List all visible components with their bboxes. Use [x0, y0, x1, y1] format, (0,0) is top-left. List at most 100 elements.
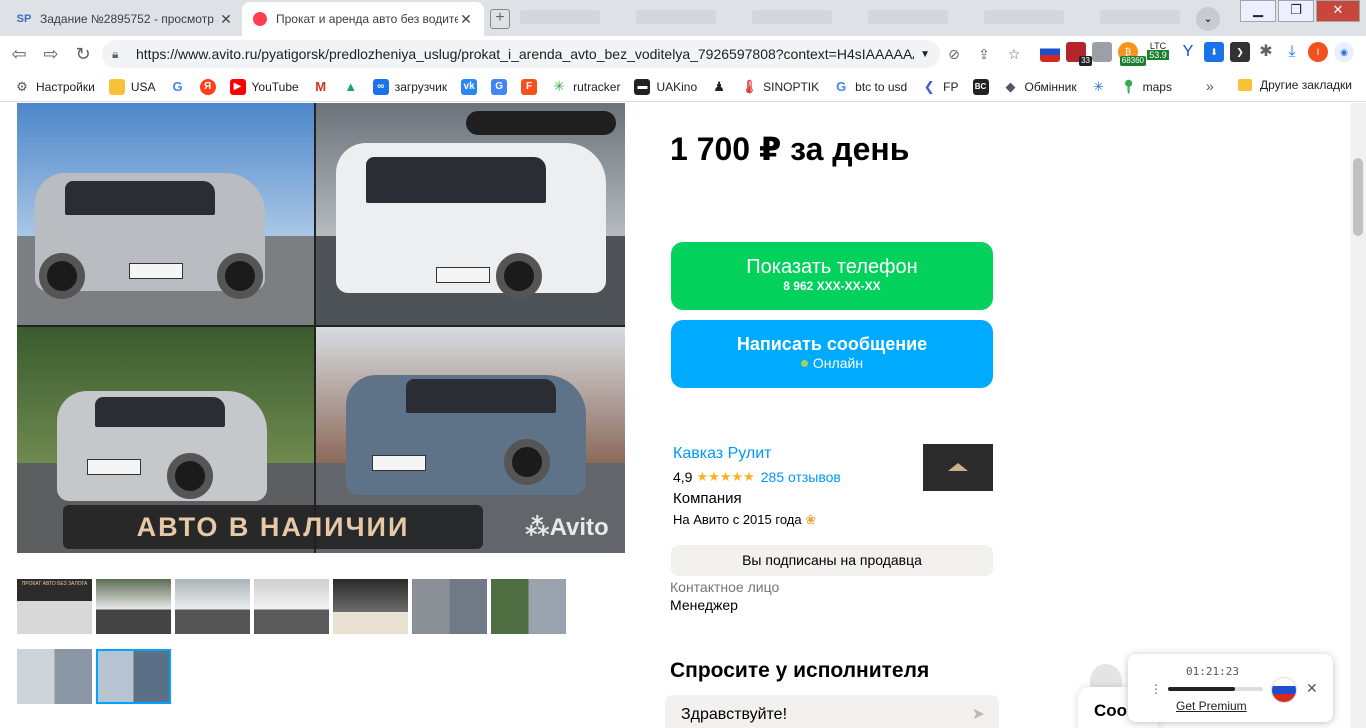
bookmark-usa[interactable]: USA: [108, 78, 156, 95]
other-bookmarks[interactable]: Другие закладки: [1238, 78, 1352, 92]
page-scrollbar[interactable]: [1350, 103, 1366, 728]
medal-icon: ❀: [805, 512, 817, 527]
scrollbar-thumb[interactable]: [1353, 158, 1363, 236]
show-phone-button[interactable]: Показать телефон 8 962 XXX-XX-XX: [671, 242, 993, 310]
close-icon[interactable]: ✕: [1306, 680, 1318, 697]
bookmark-rutracker[interactable]: ✳ rutracker: [551, 78, 620, 95]
close-tab-icon[interactable]: ✕: [218, 11, 234, 28]
player-progress-bar[interactable]: [1168, 687, 1263, 691]
close-window-icon[interactable]: ✕: [1316, 0, 1360, 22]
contact-person-label: Контактное лицо: [670, 579, 780, 595]
bookmark-bc[interactable]: BC: [972, 78, 995, 95]
vk-icon: vk: [461, 78, 478, 95]
infinity-icon: ∞: [372, 78, 389, 95]
bookmark-spark[interactable]: ✳: [1091, 79, 1113, 95]
thumbnail[interactable]: [96, 579, 171, 634]
bookmark-drive[interactable]: ▲: [343, 79, 365, 95]
background-tab[interactable]: [868, 10, 948, 24]
bookmark-figure[interactable]: ♟: [711, 79, 733, 95]
bookmark-exchange[interactable]: ◆ Обмінник: [1003, 79, 1077, 95]
bookmark-fp[interactable]: ❮ FP: [921, 79, 959, 95]
bookmark-sinoptik[interactable]: 🌡︎ SINOPTIK: [741, 79, 819, 95]
bookmarks-overflow-button[interactable]: »: [1206, 78, 1214, 94]
bookmark-uakino[interactable]: ▬ UAKino: [634, 78, 697, 95]
background-tab[interactable]: [636, 10, 716, 24]
bookmark-maps[interactable]: 📍︎ maps: [1120, 79, 1172, 95]
bookmark-star-icon[interactable]: ☆: [1004, 44, 1024, 64]
seller-logo[interactable]: [923, 444, 993, 491]
thermometer-icon: 🌡︎: [740, 78, 758, 94]
thumbnail[interactable]: [254, 579, 329, 634]
main-photo[interactable]: АВТО В НАЛИЧИИ ⁂Avito: [17, 103, 625, 553]
bookmark-youtube[interactable]: ▶ YouTube: [229, 78, 299, 95]
russian-flag-icon[interactable]: [1040, 42, 1060, 62]
tab-task[interactable]: SP Задание №2895752 - просмотр з ✕: [6, 2, 244, 36]
extensions-puzzle-icon[interactable]: ✱: [1256, 42, 1276, 62]
get-premium-link[interactable]: Get Premium: [1176, 699, 1247, 713]
background-tab[interactable]: [1100, 10, 1180, 24]
maximize-icon[interactable]: ❐: [1278, 0, 1314, 22]
browser-toolbar: ⇦ ⇨ ↻ 🔒︎ https://www.avito.ru/pyatigorsk…: [0, 36, 1366, 72]
bookmark-btc-to-usd[interactable]: Gbtc to usd: [833, 79, 907, 95]
sync-icon[interactable]: ◉: [1334, 42, 1354, 62]
photo-banner: АВТО В НАЛИЧИИ: [63, 505, 483, 549]
yandex-icon: Я: [199, 78, 216, 95]
bookmark-f[interactable]: F: [521, 78, 543, 95]
briefcase-icon[interactable]: [1092, 42, 1112, 62]
thumbnail[interactable]: [17, 649, 92, 704]
share-icon[interactable]: ⇪: [974, 44, 994, 64]
bookmark-settings[interactable]: ⚙ Настройки: [14, 79, 95, 95]
more-options-icon[interactable]: ⋮: [1150, 682, 1162, 696]
lock-icon[interactable]: 🔒︎: [112, 47, 126, 62]
background-tab[interactable]: [520, 10, 600, 24]
write-message-button[interactable]: Написать сообщение Онлайн: [671, 320, 993, 388]
thumbnail[interactable]: [491, 579, 566, 634]
bookmark-downloader[interactable]: ∞ загрузчик: [372, 78, 447, 95]
tab-search-icon[interactable]: ⌄: [1196, 7, 1220, 31]
bookmark-translate[interactable]: G: [491, 78, 513, 95]
window-controls: ▁ ❐ ✕: [1238, 0, 1360, 22]
close-tab-icon[interactable]: ✕: [458, 11, 474, 28]
background-tab[interactable]: [984, 10, 1064, 24]
back-icon[interactable]: ⇦: [6, 41, 32, 67]
downloads-icon[interactable]: ⤓: [1282, 42, 1302, 62]
send-arrow-icon[interactable]: ➤: [972, 695, 985, 728]
youtube-icon: ▶: [229, 78, 246, 95]
bookmark-google[interactable]: G: [170, 79, 192, 95]
photo-largus: [316, 103, 625, 325]
chevron-down-icon[interactable]: ▼: [920, 49, 930, 60]
thumbnail[interactable]: [333, 579, 408, 634]
camera-blocked-icon[interactable]: ⊘: [944, 44, 964, 64]
bookmark-yandex[interactable]: Я: [199, 78, 222, 95]
thumbnail[interactable]: [412, 579, 487, 634]
dark-arrow-icon[interactable]: ❯: [1230, 42, 1250, 62]
bitcoin-icon[interactable]: ₿ 68360: [1118, 42, 1146, 66]
background-tab[interactable]: [752, 10, 832, 24]
tab-avito[interactable]: Прокат и аренда авто без водите ✕: [242, 2, 484, 36]
vpn-icon[interactable]: Y: [1178, 42, 1198, 62]
russian-flag-icon[interactable]: [1271, 677, 1297, 703]
url-text[interactable]: https://www.avito.ru/pyatigorsk/predlozh…: [136, 46, 914, 62]
show-phone-label: Показать телефон: [746, 256, 918, 278]
tab-title: Прокат и аренда авто без водите: [276, 12, 458, 26]
ublock-icon[interactable]: 33: [1066, 42, 1092, 66]
reviews-link[interactable]: 285 отзывов: [761, 469, 841, 485]
thumbnail[interactable]: ПРОКАТ АВТО БЕЗ ЗАЛОГА: [17, 579, 92, 634]
thumbnail-selected[interactable]: [96, 649, 171, 704]
rutracker-icon: ✳: [553, 78, 565, 94]
bookmark-gmail[interactable]: M: [313, 79, 335, 95]
minimize-icon[interactable]: ▁: [1240, 0, 1276, 22]
address-bar[interactable]: 🔒︎ https://www.avito.ru/pyatigorsk/predl…: [102, 40, 940, 68]
thumbnail[interactable]: [175, 579, 250, 634]
litecoin-ticker[interactable]: LTC 53.9: [1144, 42, 1172, 62]
forward-icon[interactable]: ⇨: [38, 41, 64, 67]
new-tab-button[interactable]: +: [490, 9, 510, 29]
profile-avatar[interactable]: I: [1308, 42, 1328, 62]
bookmark-vk[interactable]: vk: [461, 78, 483, 95]
seller-name-link[interactable]: Кавказ Рулит: [673, 445, 772, 463]
subscribed-button[interactable]: Вы подписаны на продавца: [671, 545, 993, 576]
reload-icon[interactable]: ↻: [70, 41, 96, 67]
download-helper-icon[interactable]: ⬇: [1204, 42, 1224, 62]
ask-message-input[interactable]: Здравствуйте! ➤: [665, 695, 999, 728]
online-dot-icon: [800, 360, 808, 367]
